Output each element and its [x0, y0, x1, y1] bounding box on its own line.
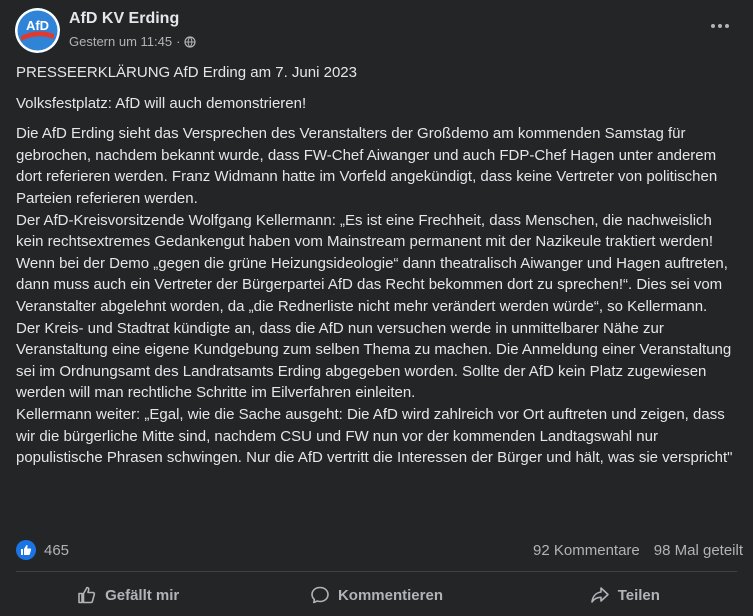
comment-button[interactable]: Kommentieren	[252, 577, 500, 613]
page-avatar[interactable]: AfD	[15, 8, 60, 53]
like-button[interactable]: Gefällt mir	[4, 577, 252, 613]
more-icon[interactable]	[702, 14, 738, 38]
facebook-post: AfD AfD KV Erding Gestern um 11:45 · PRE…	[0, 0, 753, 616]
like-reaction-icon[interactable]	[16, 540, 36, 560]
post-meta: Gestern um 11:45 ·	[69, 34, 197, 49]
divider	[16, 571, 737, 572]
like-count[interactable]: 465	[44, 542, 69, 559]
avatar-logo-text: AfD	[26, 18, 49, 33]
action-bar: Gefällt mir Kommentieren Teilen	[4, 577, 749, 613]
share-icon	[590, 587, 609, 603]
afd-logo: AfD	[15, 8, 60, 53]
comment-icon	[311, 586, 329, 604]
post-header: AfD AfD KV Erding Gestern um 11:45 ·	[15, 8, 738, 53]
comment-button-label: Kommentieren	[337, 586, 443, 604]
share-button-label: Teilen	[617, 586, 660, 604]
post-text: PRESSEERKLÄRUNG AfD Erding am 7. Juni 20…	[16, 62, 739, 469]
share-count[interactable]: 98 Mal geteilt	[654, 542, 743, 559]
globe-icon[interactable]	[184, 35, 197, 48]
page-name[interactable]: AfD KV Erding	[69, 10, 179, 28]
post-timestamp[interactable]: Gestern um 11:45	[69, 34, 172, 49]
post-paragraph: Der Kreis- und Stadtrat kündigte an, das…	[16, 319, 732, 402]
post-paragraph: Die AfD Erding sieht das Versprechen des…	[16, 125, 718, 207]
post-paragraph: Der AfD-Kreisvorsitzende Wolfgang Keller…	[16, 211, 728, 315]
like-icon	[78, 586, 96, 604]
post-subheadline: Volksfestplatz: AfD will auch demonstrie…	[16, 94, 307, 112]
reaction-bar: 465 92 Kommentare 98 Mal geteilt	[16, 540, 743, 562]
post-paragraph: Kellermann weiter: „Egal, wie die Sache …	[16, 405, 733, 467]
engagement-stats: 92 Kommentare 98 Mal geteilt	[533, 542, 743, 559]
meta-separator: ·	[176, 34, 181, 49]
share-button[interactable]: Teilen	[501, 577, 749, 613]
comment-count[interactable]: 92 Kommentare	[533, 542, 640, 559]
post-headline: PRESSEERKLÄRUNG AfD Erding am 7. Juni 20…	[16, 64, 357, 81]
like-button-label: Gefällt mir	[105, 586, 180, 604]
